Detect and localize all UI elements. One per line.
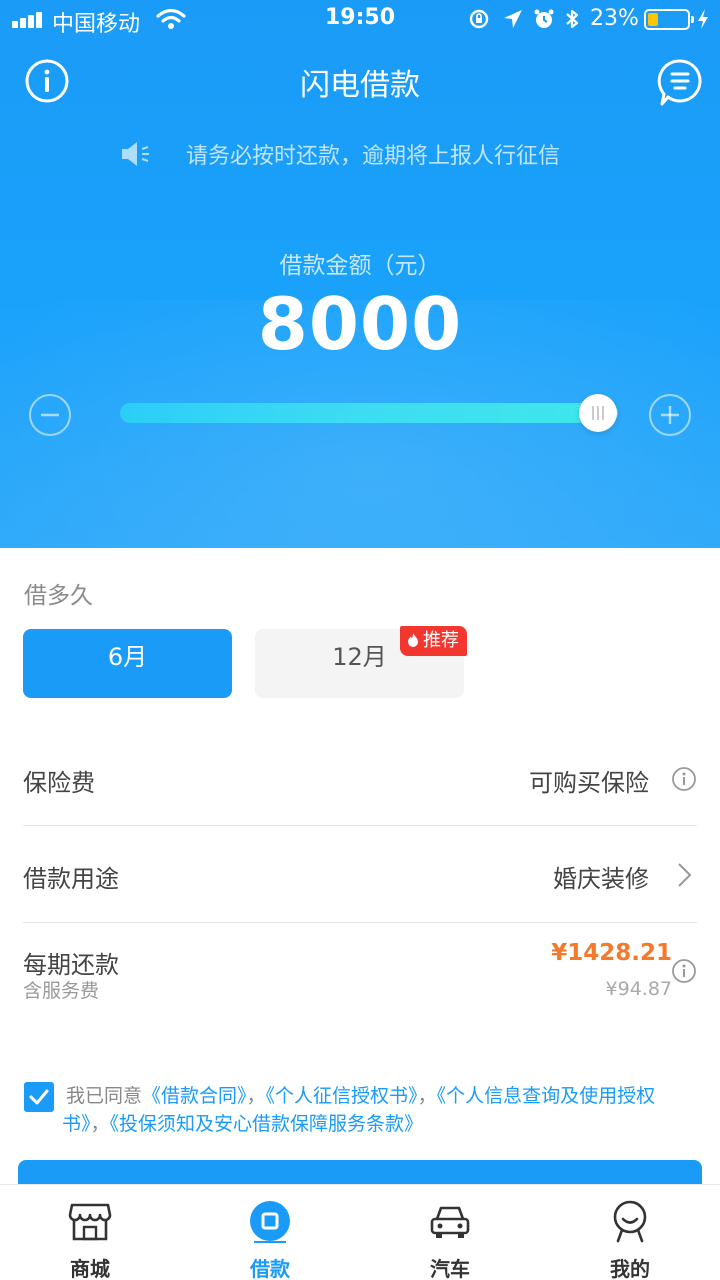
store-icon <box>68 1203 112 1241</box>
alarm-icon <box>534 9 554 28</box>
page-title: 闪电借款 <box>300 68 420 103</box>
tab-label-loan: 借款 <box>250 1257 290 1280</box>
decrease-button[interactable] <box>28 393 72 437</box>
insurance-terms-link[interactable]: 《投保须知及安心借款保障服务条款》 <box>110 1113 424 1135</box>
car-icon <box>430 1206 470 1238</box>
info-icon[interactable] <box>671 766 697 792</box>
amount-value: 8000 <box>257 282 463 366</box>
notice-text: 请务必按时还款，逾期将上报人行征信 <box>186 144 561 169</box>
status-bar: 中国移动 19:50 23% <box>0 0 720 40</box>
notice-bar: 请务必按时还款，逾期将上报人行征信 <box>0 138 720 170</box>
tab-label-store: 商城 <box>70 1257 110 1280</box>
purpose-label: 借款用途 <box>23 865 119 893</box>
flame-icon <box>408 633 418 647</box>
tab-label-profile: 我的 <box>610 1257 650 1280</box>
recommend-badge: 推荐 <box>400 626 467 656</box>
increase-button[interactable] <box>648 393 692 437</box>
repayment-label: 每期还款 <box>23 951 119 979</box>
charging-icon <box>698 9 708 29</box>
insurance-value: 可购买保险 <box>529 769 649 797</box>
battery-percent: 23% <box>590 6 639 31</box>
message-button[interactable] <box>656 58 704 108</box>
tab-loan[interactable]: 借款 <box>180 1185 360 1280</box>
badge-label: 推荐 <box>423 630 459 651</box>
divider <box>23 922 697 923</box>
amount-label: 借款金额（元） <box>279 253 441 279</box>
insurance-label: 保险费 <box>23 769 95 797</box>
hero-panel: 中国移动 19:50 23% 闪电借款 请务必按时还款，逾期将上报人行征信 借款… <box>0 0 720 548</box>
info-icon[interactable] <box>671 958 697 984</box>
term-option-6-months[interactable]: 6月 <box>23 629 232 698</box>
speaker-icon <box>122 142 149 166</box>
purpose-row[interactable]: 借款用途 婚庆装修 <box>23 856 697 896</box>
bluetooth-icon <box>566 9 579 29</box>
location-icon <box>504 10 522 28</box>
credit-authorization-link[interactable]: 《个人征信授权书》 <box>266 1085 418 1107</box>
amount-slider[interactable] <box>120 403 618 423</box>
repayment-sub-label: 含服务费 <box>23 980 100 1002</box>
insurance-row[interactable]: 保险费 可购买保险 <box>23 760 697 800</box>
tab-label-car: 汽车 <box>430 1257 470 1280</box>
tab-store[interactable]: 商城 <box>0 1185 180 1280</box>
repayment-amount: ¥1428.21 <box>551 940 672 966</box>
loan-contract-link[interactable]: 《借款合同》 <box>142 1085 247 1107</box>
agreement-prefix: 我已同意 <box>66 1085 143 1107</box>
tab-profile[interactable]: 我的 <box>540 1185 720 1280</box>
profile-icon <box>613 1200 647 1243</box>
rotation-lock-icon <box>469 9 489 29</box>
agreement-text: 我已同意《借款合同》，《个人征信授权书》，《个人信息查询及使用授权书》，《投保须… <box>62 1085 656 1135</box>
divider <box>23 825 697 826</box>
term-section-label: 借多久 <box>24 583 93 609</box>
loan-icon <box>250 1201 290 1243</box>
tab-car[interactable]: 汽车 <box>360 1185 540 1280</box>
tab-bar: 商城 借款 汽车 我的 <box>0 1184 720 1280</box>
battery-icon <box>644 9 694 30</box>
purpose-value: 婚庆装修 <box>553 865 649 893</box>
agreement-checkbox[interactable] <box>24 1082 54 1112</box>
service-fee: ¥94.87 <box>605 978 672 1000</box>
slider-handle[interactable] <box>579 394 618 432</box>
chevron-right-icon <box>678 863 692 887</box>
